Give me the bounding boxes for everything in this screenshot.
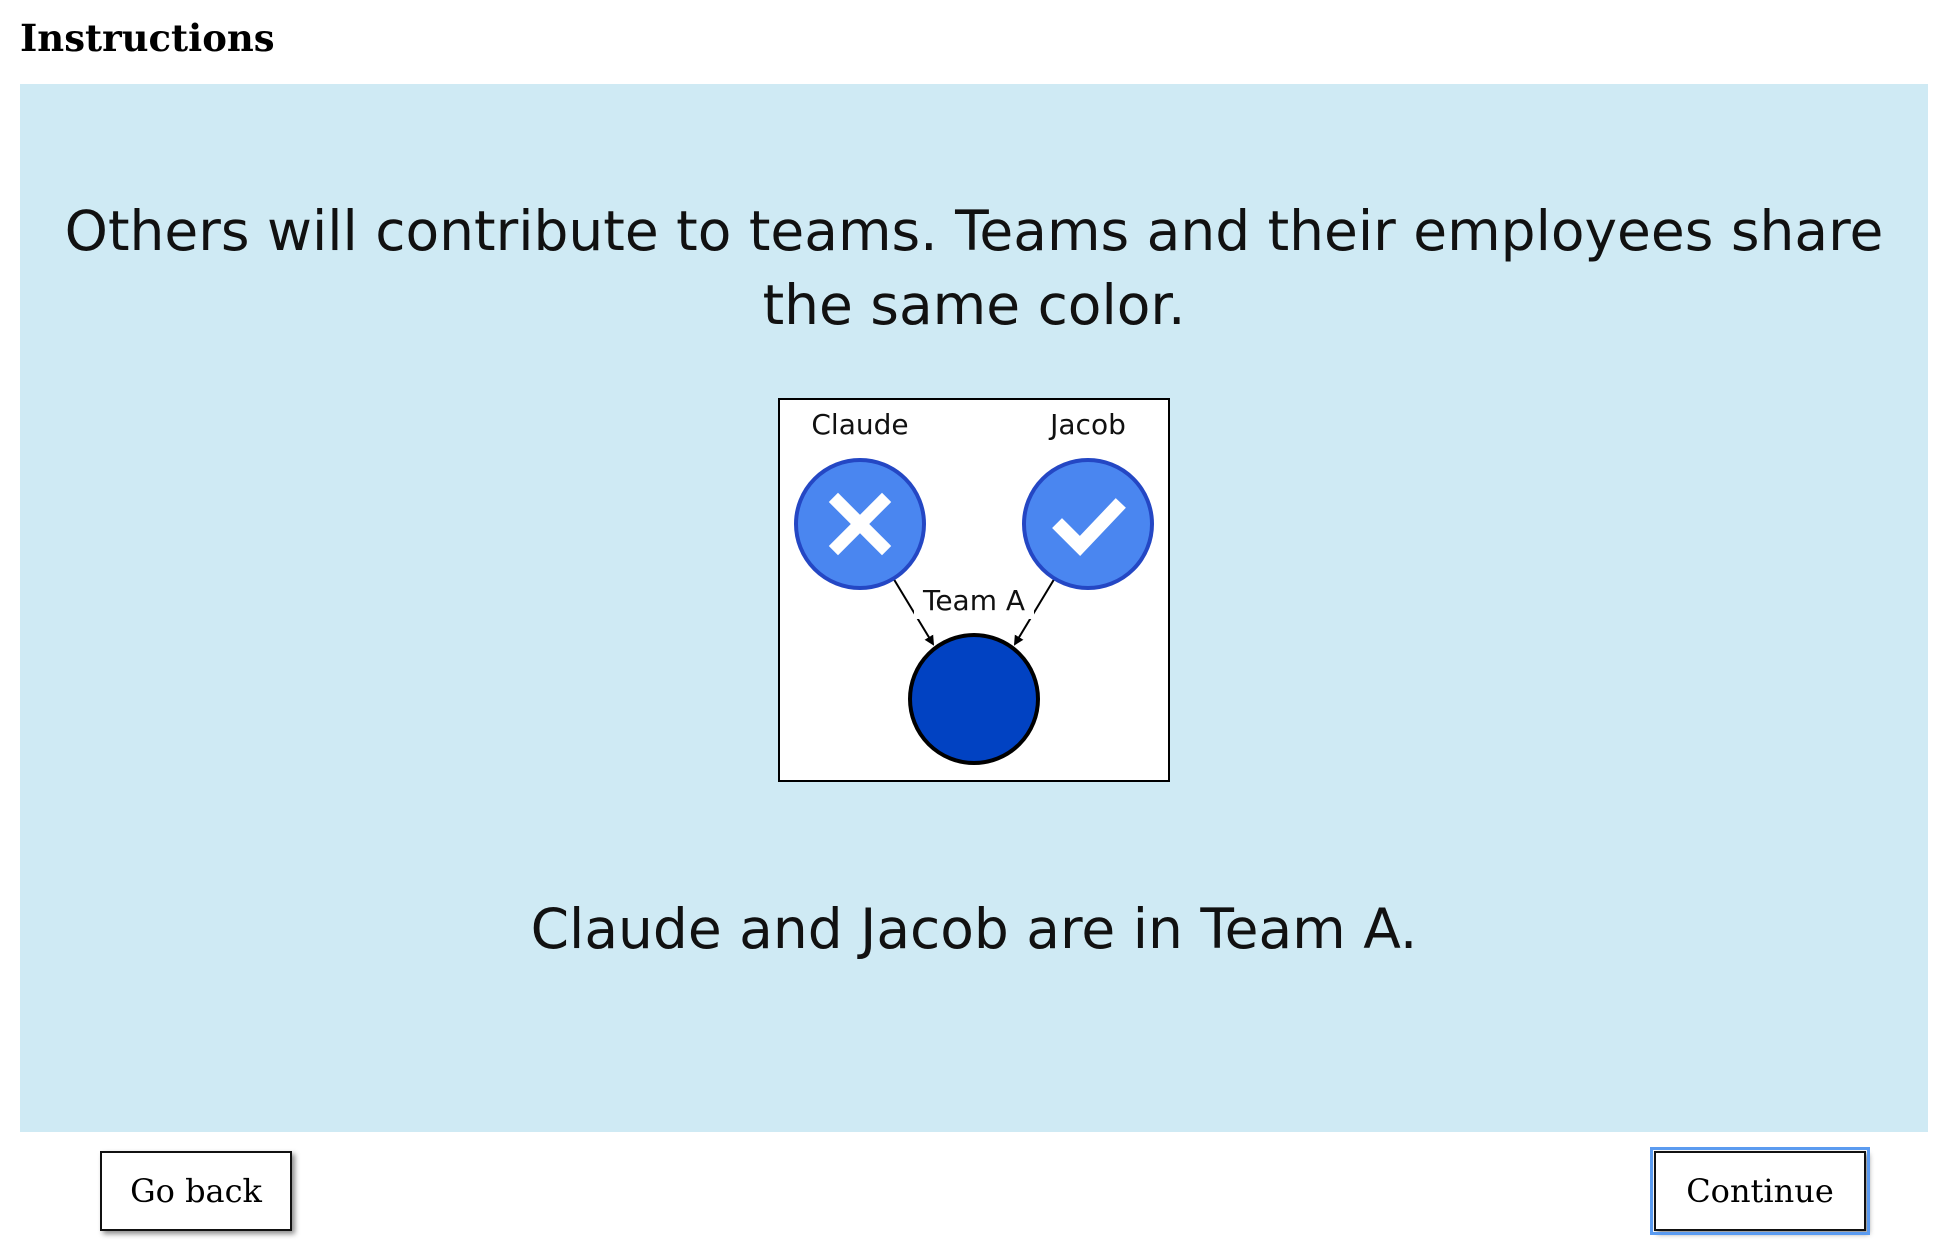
page-title: Instructions [20, 16, 275, 60]
team-node-team-a [908, 633, 1040, 765]
team-diagram-svg: Team A Claude Jacob [794, 408, 1154, 765]
go-back-button[interactable]: Go back [100, 1151, 292, 1231]
employee-node-jacob [1022, 458, 1154, 590]
continue-button[interactable]: Continue [1650, 1147, 1870, 1235]
instruction-panel: Others will contribute to teams. Teams a… [20, 84, 1928, 1132]
instruction-lead-text: Others will contribute to teams. Teams a… [64, 199, 1884, 337]
team-label: Team A [922, 584, 1025, 617]
employee-name-claude: Claude [811, 408, 908, 441]
instruction-caption-text: Claude and Jacob are in Team A. [530, 897, 1418, 961]
team-diagram: Team A Claude Jacob [778, 398, 1170, 782]
employee-name-jacob: Jacob [1048, 408, 1126, 441]
